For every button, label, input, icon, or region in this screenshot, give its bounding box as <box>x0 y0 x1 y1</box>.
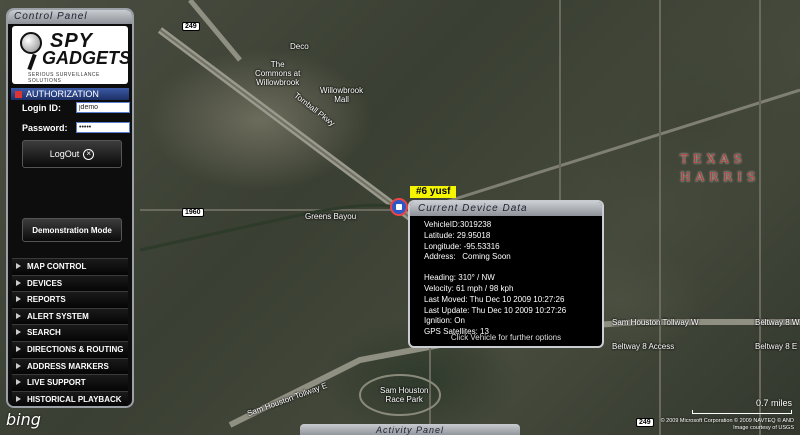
menu-item-label: REPORTS <box>27 295 66 305</box>
logo-text-gadgets: GADGETS <box>42 48 132 68</box>
arrow-right-icon <box>16 263 21 269</box>
map-label-harris: HARRIS <box>680 170 761 184</box>
map-copyright: © 2009 Microsoft Corporation © 2009 NAVT… <box>661 418 794 432</box>
map-label-texas: TEXAS <box>680 152 747 166</box>
menu-item-label: HISTORICAL PLAYBACK <box>27 394 122 404</box>
vehicle-label[interactable]: #6 yusf <box>410 186 457 198</box>
control-panel: Control Panel SPY GADGETS SERIOUS SURVEI… <box>6 8 134 408</box>
arrow-right-icon <box>16 312 21 319</box>
menu-item-reports[interactable]: REPORTS <box>12 291 128 308</box>
map-label-greens-bayou: Greens Bayou <box>305 212 357 221</box>
popup-title: Current Device Data <box>410 202 602 216</box>
menu-item-map-control[interactable]: MAP CONTROL <box>12 258 128 275</box>
map-label-sam-houston-w: Sam Houston Tollway W <box>612 318 699 327</box>
map-scale-bar <box>692 410 792 414</box>
password-input[interactable] <box>76 122 130 133</box>
vehicle-marker-icon[interactable] <box>390 198 408 216</box>
arrow-right-icon <box>16 329 21 336</box>
password-row: Password: <box>22 122 130 133</box>
highway-shield-249: 249 <box>182 22 200 31</box>
highway-shield-1960: 1960 <box>182 208 204 217</box>
arrow-right-icon <box>16 296 21 303</box>
arrow-right-icon <box>16 279 21 286</box>
demonstration-mode-label: Demonstration Mode <box>32 225 112 235</box>
close-circle-icon: × <box>83 148 95 160</box>
logout-button[interactable]: LogOut × <box>22 140 122 168</box>
menu-item-label: MAP CONTROL <box>27 262 87 271</box>
device-heading: Heading: 310° / NW <box>424 273 495 283</box>
menu-item-label: ALERT SYSTEM <box>27 311 89 321</box>
popup-body: VehicleID:3019238 Latitude: 29.95018 Lon… <box>410 216 602 338</box>
arrow-right-icon <box>16 379 21 386</box>
map-label-commons: The Commons at Willowbrook <box>255 60 301 87</box>
menu-item-devices[interactable]: DEVICES <box>12 274 128 292</box>
authorization-label: AUTHORIZATION <box>26 89 99 99</box>
spy-gadgets-logo: SPY GADGETS SERIOUS SURVEILLANCE SOLUTIO… <box>12 26 132 84</box>
menu-item-label: LIVE SUPPORT <box>27 378 86 388</box>
popup-footer: Click Vehicle for further options <box>450 333 562 342</box>
map-label-race-park: Sam Houston Race Park <box>380 386 429 404</box>
control-panel-title: Control Panel <box>8 10 132 24</box>
menu-item-historical-playback[interactable]: HISTORICAL PLAYBACK <box>12 390 128 406</box>
copyright-line-1: © 2009 Microsoft Corporation © 2009 NAVT… <box>660 418 794 424</box>
logout-label: LogOut <box>49 149 80 159</box>
login-id-row: Login ID: <box>22 102 130 113</box>
control-menu: MAP CONTROL DEVICES REPORTS ALERT SYSTEM… <box>12 258 128 406</box>
menu-item-search[interactable]: SEARCH <box>12 324 128 341</box>
logo-tagline: SERIOUS SURVEILLANCE SOLUTIONS <box>28 72 100 84</box>
map-label-beltway-w: Beltway 8 W <box>755 318 800 327</box>
arrow-right-icon <box>16 345 21 352</box>
arrow-right-icon <box>16 362 21 369</box>
copyright-line-2: Image courtesy of USGS <box>733 425 794 431</box>
password-label: Password: <box>22 123 68 133</box>
demonstration-mode-button[interactable]: Demonstration Mode <box>22 218 122 242</box>
menu-item-label: ADDRESS MARKERS <box>27 361 109 371</box>
map-label-beltway-e: Beltway 8 E <box>755 342 798 351</box>
activity-panel-tab[interactable]: Activity Panel <box>300 424 520 435</box>
map-scale-label: 0.7 miles <box>755 398 792 408</box>
arrow-right-icon <box>16 395 21 402</box>
menu-item-label: DEVICES <box>27 278 63 288</box>
menu-item-alert-system[interactable]: ALERT SYSTEM <box>12 307 128 325</box>
device-id: VehicleID:3019238 <box>424 220 492 229</box>
map-label-willowbrook-mall: Willowbrook Mall <box>320 86 364 104</box>
device-velocity: Velocity: 61 mph / 98 kph <box>424 283 514 293</box>
magnifier-handle-icon <box>27 53 37 71</box>
device-last-moved: Last Moved: Thu Dec 10 2009 10:27:26 <box>424 294 565 304</box>
authorization-header[interactable]: AUTHORIZATION <box>11 88 129 100</box>
login-id-input[interactable] <box>76 102 130 113</box>
map-label-deco: Deco <box>290 42 309 51</box>
map-label-beltway-access: Beltway 8 Access <box>612 342 675 351</box>
device-address: Address: Coming Soon <box>424 252 511 262</box>
device-ignition: Ignition: On <box>424 316 465 326</box>
menu-item-label: DIRECTIONS & ROUTING <box>27 344 124 354</box>
device-latitude: Latitude: 29.95018 <box>424 230 491 240</box>
device-last-update: Last Update: Thu Dec 10 2009 10:27:26 <box>424 305 567 315</box>
menu-item-address-markers[interactable]: ADDRESS MARKERS <box>12 357 128 375</box>
device-data-popup: Current Device Data VehicleID:3019238 La… <box>408 200 604 348</box>
collapse-square-icon <box>15 91 22 98</box>
login-id-label: Login ID: <box>22 103 61 113</box>
menu-item-directions-routing[interactable]: DIRECTIONS & ROUTING <box>12 340 128 358</box>
device-longitude: Longitude: -95.53316 <box>424 241 500 251</box>
bing-logo: bing <box>6 410 41 429</box>
menu-item-live-support[interactable]: LIVE SUPPORT <box>12 374 128 391</box>
menu-item-label: SEARCH <box>27 328 61 338</box>
highway-shield-249b: 249 <box>636 418 654 427</box>
magnifier-globe-icon <box>20 32 42 54</box>
